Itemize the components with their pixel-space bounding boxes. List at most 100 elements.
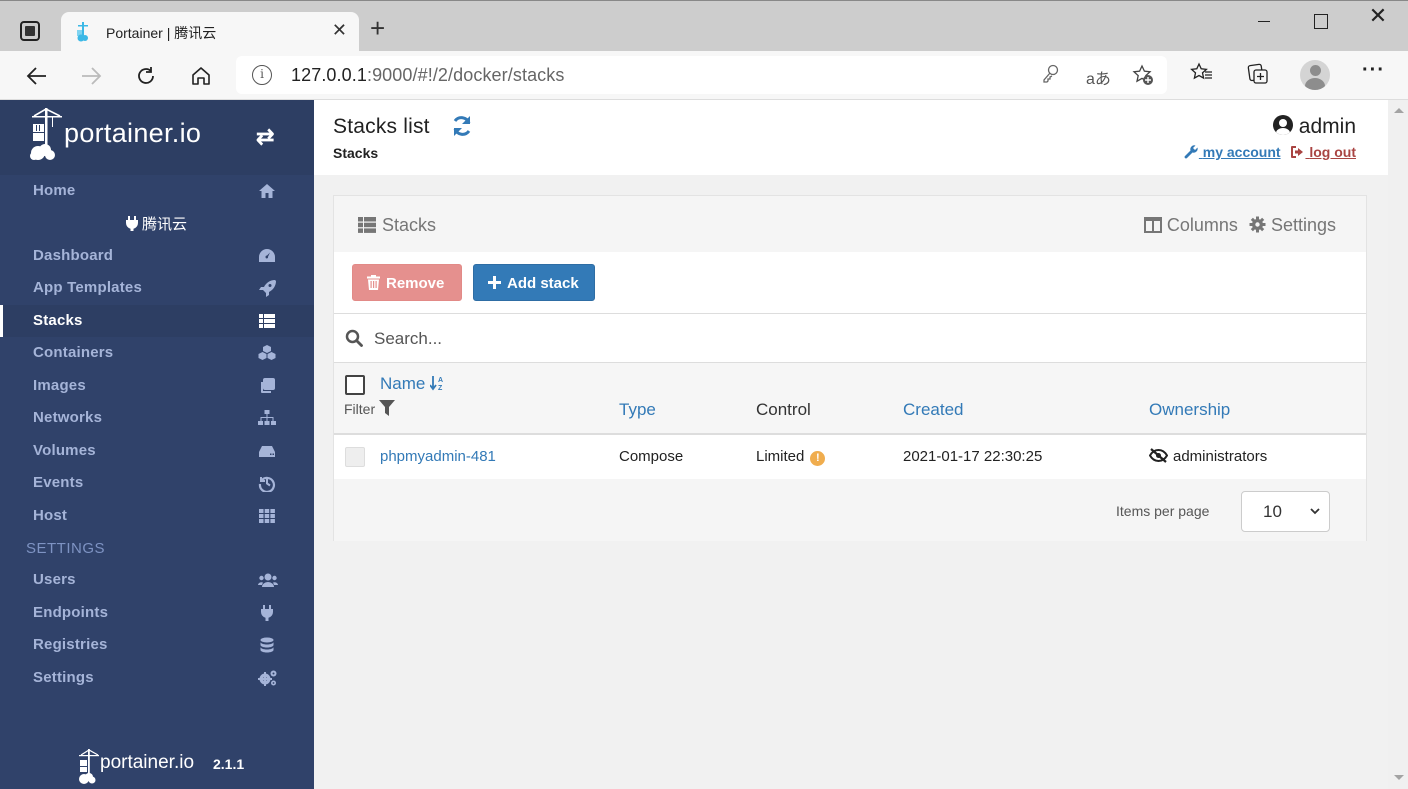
select-all-checkbox[interactable] xyxy=(345,375,365,395)
column-ownership[interactable]: Ownership xyxy=(1149,400,1230,420)
warning-icon[interactable]: ! xyxy=(810,451,826,466)
sidebar-item-app-templates[interactable]: App Templates xyxy=(0,272,314,304)
sidebar-item-images[interactable]: Images xyxy=(0,370,314,402)
sidebar-item-registries[interactable]: Registries xyxy=(0,629,314,661)
sidebar-item-users[interactable]: Users xyxy=(0,564,314,596)
wrench-icon xyxy=(1184,145,1198,159)
filter-button[interactable]: Filter xyxy=(344,400,396,417)
portainer-favicon-icon xyxy=(77,22,88,42)
column-type[interactable]: Type xyxy=(619,400,656,420)
reload-icon[interactable] xyxy=(131,61,161,91)
sidebar-item-home[interactable]: Home xyxy=(0,175,314,207)
new-tab-icon[interactable]: + xyxy=(370,15,385,41)
url-path: :9000/#!/2/docker/stacks xyxy=(366,65,565,85)
logout-link[interactable]: log out xyxy=(1290,144,1356,160)
sidebar-item-stacks[interactable]: Stacks xyxy=(0,305,314,337)
minimize-icon[interactable] xyxy=(1244,9,1284,35)
portainer-logo[interactable]: portainer.io xyxy=(30,106,230,166)
add-stack-button[interactable]: Add stack xyxy=(473,264,595,301)
favorites-icon[interactable] xyxy=(1190,62,1214,90)
list-icon xyxy=(259,314,275,328)
portainer-logo-icon xyxy=(30,108,62,160)
address-bar[interactable]: i 127.0.0.1:9000/#!/2/docker/stacks aあ xyxy=(236,56,1167,94)
column-name[interactable]: Name AZ xyxy=(380,374,444,394)
user-links: my account log out xyxy=(1184,144,1356,160)
read-aloud-icon[interactable]: aあ xyxy=(1086,65,1111,89)
sidebar-item-label: Images xyxy=(33,377,86,394)
row-checkbox[interactable] xyxy=(345,447,365,467)
back-icon[interactable] xyxy=(22,61,52,91)
maximize-icon[interactable] xyxy=(1300,9,1340,35)
sidebar-item-label: Endpoints xyxy=(33,604,109,621)
collections-icon[interactable] xyxy=(1246,62,1270,92)
table-row: phpmyadmin-481 Compose Limited! 2021-01-… xyxy=(334,435,1366,479)
endpoint-label: 腾讯云 xyxy=(142,216,188,233)
sidebar-item-dashboard[interactable]: Dashboard xyxy=(0,240,314,272)
sidebar-item-settings[interactable]: Settings xyxy=(0,662,314,694)
sidebar-item-label: Volumes xyxy=(33,442,96,459)
sidebar-item-host[interactable]: Host xyxy=(0,500,314,532)
filter-label: Filter xyxy=(344,401,376,417)
search-row xyxy=(334,314,1366,363)
forward-icon[interactable] xyxy=(76,61,106,91)
database-icon xyxy=(260,637,274,653)
sidebar-item-networks[interactable]: Networks xyxy=(0,402,314,434)
sidebar-item-volumes[interactable]: Volumes xyxy=(0,435,314,467)
sidebar-item-label: Containers xyxy=(33,344,114,361)
sidebar-item-label: Networks xyxy=(33,409,103,426)
browser-tab[interactable]: Portainer | 腾讯云 ✕ xyxy=(61,12,359,52)
search-input[interactable] xyxy=(374,326,1274,352)
key-icon[interactable] xyxy=(1042,64,1060,89)
info-icon[interactable]: i xyxy=(252,65,272,85)
columns-label: Columns xyxy=(1166,215,1238,235)
my-account-link[interactable]: my account xyxy=(1184,144,1281,160)
control-label: Limited xyxy=(756,448,805,465)
tab-close-icon[interactable]: ✕ xyxy=(332,20,347,41)
stack-name-link[interactable]: phpmyadmin-481 xyxy=(380,448,496,465)
items-per-page-select[interactable]: 10 xyxy=(1241,491,1330,532)
more-icon[interactable]: ··· xyxy=(1362,59,1385,82)
column-control: Control xyxy=(756,400,811,419)
main-content: Stacks list Stacks admin my account log … xyxy=(314,100,1388,789)
page-scrollbar[interactable] xyxy=(1388,100,1408,789)
tab-actions-icon[interactable] xyxy=(20,21,40,41)
refresh-icon[interactable] xyxy=(451,115,473,137)
scroll-up-icon[interactable] xyxy=(1394,108,1404,113)
page-header: Stacks list Stacks admin my account log … xyxy=(314,100,1388,175)
settings-button[interactable]: Settings xyxy=(1249,215,1336,235)
url-text[interactable]: 127.0.0.1:9000/#!/2/docker/stacks xyxy=(291,65,564,86)
sidebar-item-endpoints[interactable]: Endpoints xyxy=(0,597,314,629)
plus-icon xyxy=(488,276,501,289)
add-stack-label: Add stack xyxy=(507,275,579,292)
url-host: 127.0.0.1 xyxy=(291,65,367,85)
sitemap-icon xyxy=(258,410,276,425)
sidebar-item-label: Settings xyxy=(33,669,94,686)
sidebar-item-label: Host xyxy=(33,507,68,524)
home-icon[interactable] xyxy=(186,61,216,91)
stack-control: Limited! xyxy=(756,448,826,466)
sidebar-item-label: Dashboard xyxy=(33,247,114,264)
sign-out-icon xyxy=(1291,146,1304,158)
columns-button[interactable]: Columns xyxy=(1143,215,1238,235)
sidebar-toggle-icon[interactable]: ⇄ xyxy=(256,124,274,150)
column-created[interactable]: Created xyxy=(903,400,963,420)
sidebar-item-containers[interactable]: Containers xyxy=(0,337,314,369)
scroll-down-icon[interactable] xyxy=(1394,775,1404,780)
user-circle-icon xyxy=(1272,115,1293,135)
sidebar-item-label: Home xyxy=(33,182,76,199)
clone-icon xyxy=(261,378,275,393)
add-favorite-icon[interactable] xyxy=(1132,64,1154,91)
browser-toolbar: i 127.0.0.1:9000/#!/2/docker/stacks aあ ·… xyxy=(0,51,1408,100)
logout-label: log out xyxy=(1309,144,1356,160)
window-close-icon[interactable]: ✕ xyxy=(1358,3,1398,29)
sidebar-header: portainer.io ⇄ xyxy=(0,100,314,175)
sidebar-item-label: Users xyxy=(33,571,76,588)
sidebar-item-events[interactable]: Events xyxy=(0,467,314,499)
sidebar: portainer.io ⇄ Home 腾讯云 Dashboard App Te… xyxy=(0,100,314,789)
stack-created: 2021-01-17 22:30:25 xyxy=(903,448,1043,465)
users-icon xyxy=(258,573,278,587)
tab-title: Portainer | 腾讯云 xyxy=(106,25,217,41)
profile-icon[interactable] xyxy=(1300,60,1330,90)
remove-button[interactable]: Remove xyxy=(352,264,462,301)
sidebar-item-label: Stacks xyxy=(33,312,83,329)
